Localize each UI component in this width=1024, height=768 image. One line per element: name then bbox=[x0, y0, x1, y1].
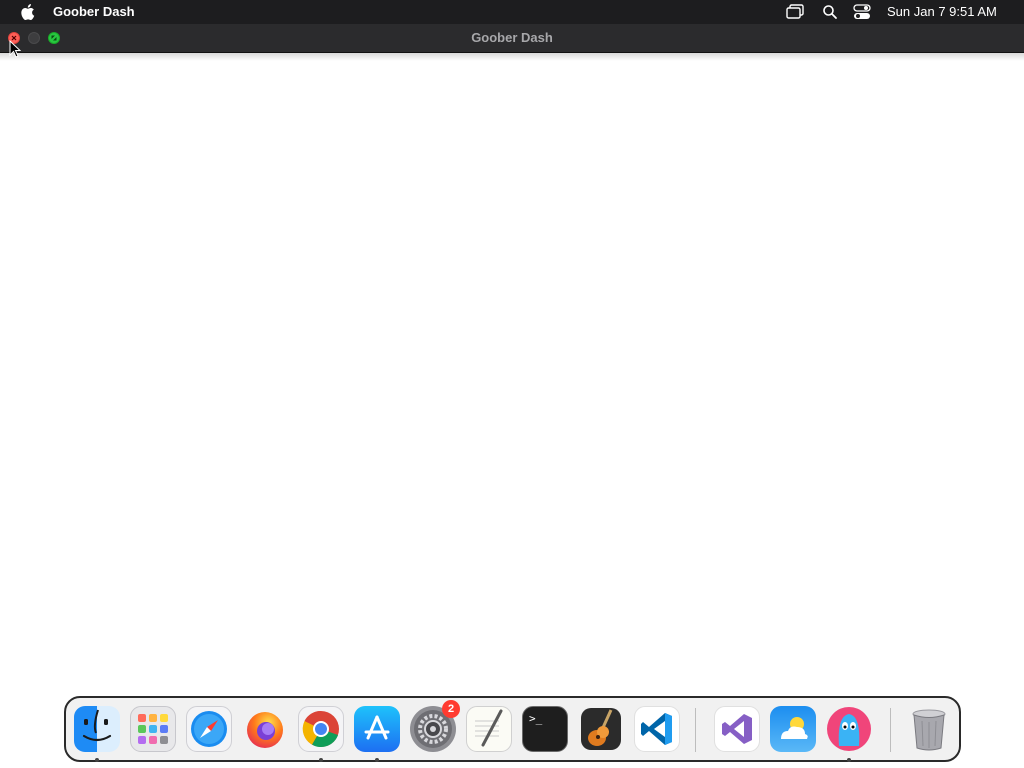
window-title-bar: Goober Dash bbox=[0, 24, 1024, 53]
dock-item-terminal[interactable]: >_ bbox=[522, 706, 568, 752]
dock: 2 >_ bbox=[64, 696, 961, 762]
textedit-icon bbox=[475, 709, 503, 747]
weather-icon bbox=[781, 717, 808, 739]
dock-item-visual-studio[interactable] bbox=[714, 706, 760, 752]
dock-item-chrome[interactable] bbox=[298, 706, 344, 752]
app-menu-title[interactable]: Goober Dash bbox=[53, 4, 135, 19]
title-bar-shadow bbox=[0, 53, 1024, 61]
running-indicator bbox=[375, 758, 379, 762]
dock-item-system-settings[interactable]: 2 bbox=[410, 700, 460, 752]
launchpad-icon bbox=[138, 714, 168, 744]
running-indicator bbox=[95, 758, 99, 762]
dock-separator bbox=[695, 708, 696, 752]
dock-item-garageband[interactable] bbox=[578, 706, 624, 752]
dock-item-firefox[interactable] bbox=[242, 706, 288, 752]
dock-item-vscode[interactable] bbox=[634, 706, 680, 752]
dock-item-trash[interactable] bbox=[906, 706, 952, 752]
dock-item-finder[interactable] bbox=[74, 706, 120, 752]
mouse-pointer-icon bbox=[9, 40, 21, 58]
running-indicator bbox=[847, 758, 851, 762]
safari-icon bbox=[191, 711, 227, 747]
goober-dash-icon bbox=[827, 707, 871, 751]
dock-item-safari[interactable] bbox=[186, 706, 232, 752]
dock-item-launchpad[interactable] bbox=[130, 706, 176, 752]
vscode-icon bbox=[641, 713, 672, 745]
app-store-icon bbox=[364, 715, 390, 740]
window-title: Goober Dash bbox=[471, 30, 553, 45]
firefox-icon bbox=[247, 712, 283, 748]
dock-item-app-store[interactable] bbox=[354, 706, 400, 752]
game-content-area[interactable] bbox=[0, 61, 1024, 661]
finder-icon bbox=[82, 709, 112, 742]
running-indicator bbox=[319, 758, 323, 762]
dock-item-weather[interactable] bbox=[770, 706, 816, 752]
apple-icon[interactable] bbox=[19, 3, 35, 21]
terminal-prompt-glyph: >_ bbox=[529, 712, 543, 725]
search-icon[interactable] bbox=[822, 4, 838, 20]
menu-bar: Goober Dash Sun Jan 7 9:51 AM bbox=[0, 0, 1024, 24]
screen-mirroring-icon[interactable] bbox=[786, 4, 804, 20]
notification-badge: 2 bbox=[442, 700, 460, 718]
dock-separator bbox=[890, 708, 891, 752]
control-center-icon[interactable] bbox=[853, 4, 871, 20]
menu-bar-clock[interactable]: Sun Jan 7 9:51 AM bbox=[887, 4, 997, 19]
trash-icon bbox=[912, 709, 946, 751]
dock-item-goober-dash[interactable] bbox=[826, 706, 872, 752]
chrome-icon bbox=[302, 710, 339, 748]
dock-item-textedit[interactable] bbox=[466, 706, 512, 752]
terminal-icon bbox=[545, 729, 546, 730]
visual-studio-icon bbox=[722, 714, 752, 744]
garageband-icon bbox=[581, 708, 621, 750]
